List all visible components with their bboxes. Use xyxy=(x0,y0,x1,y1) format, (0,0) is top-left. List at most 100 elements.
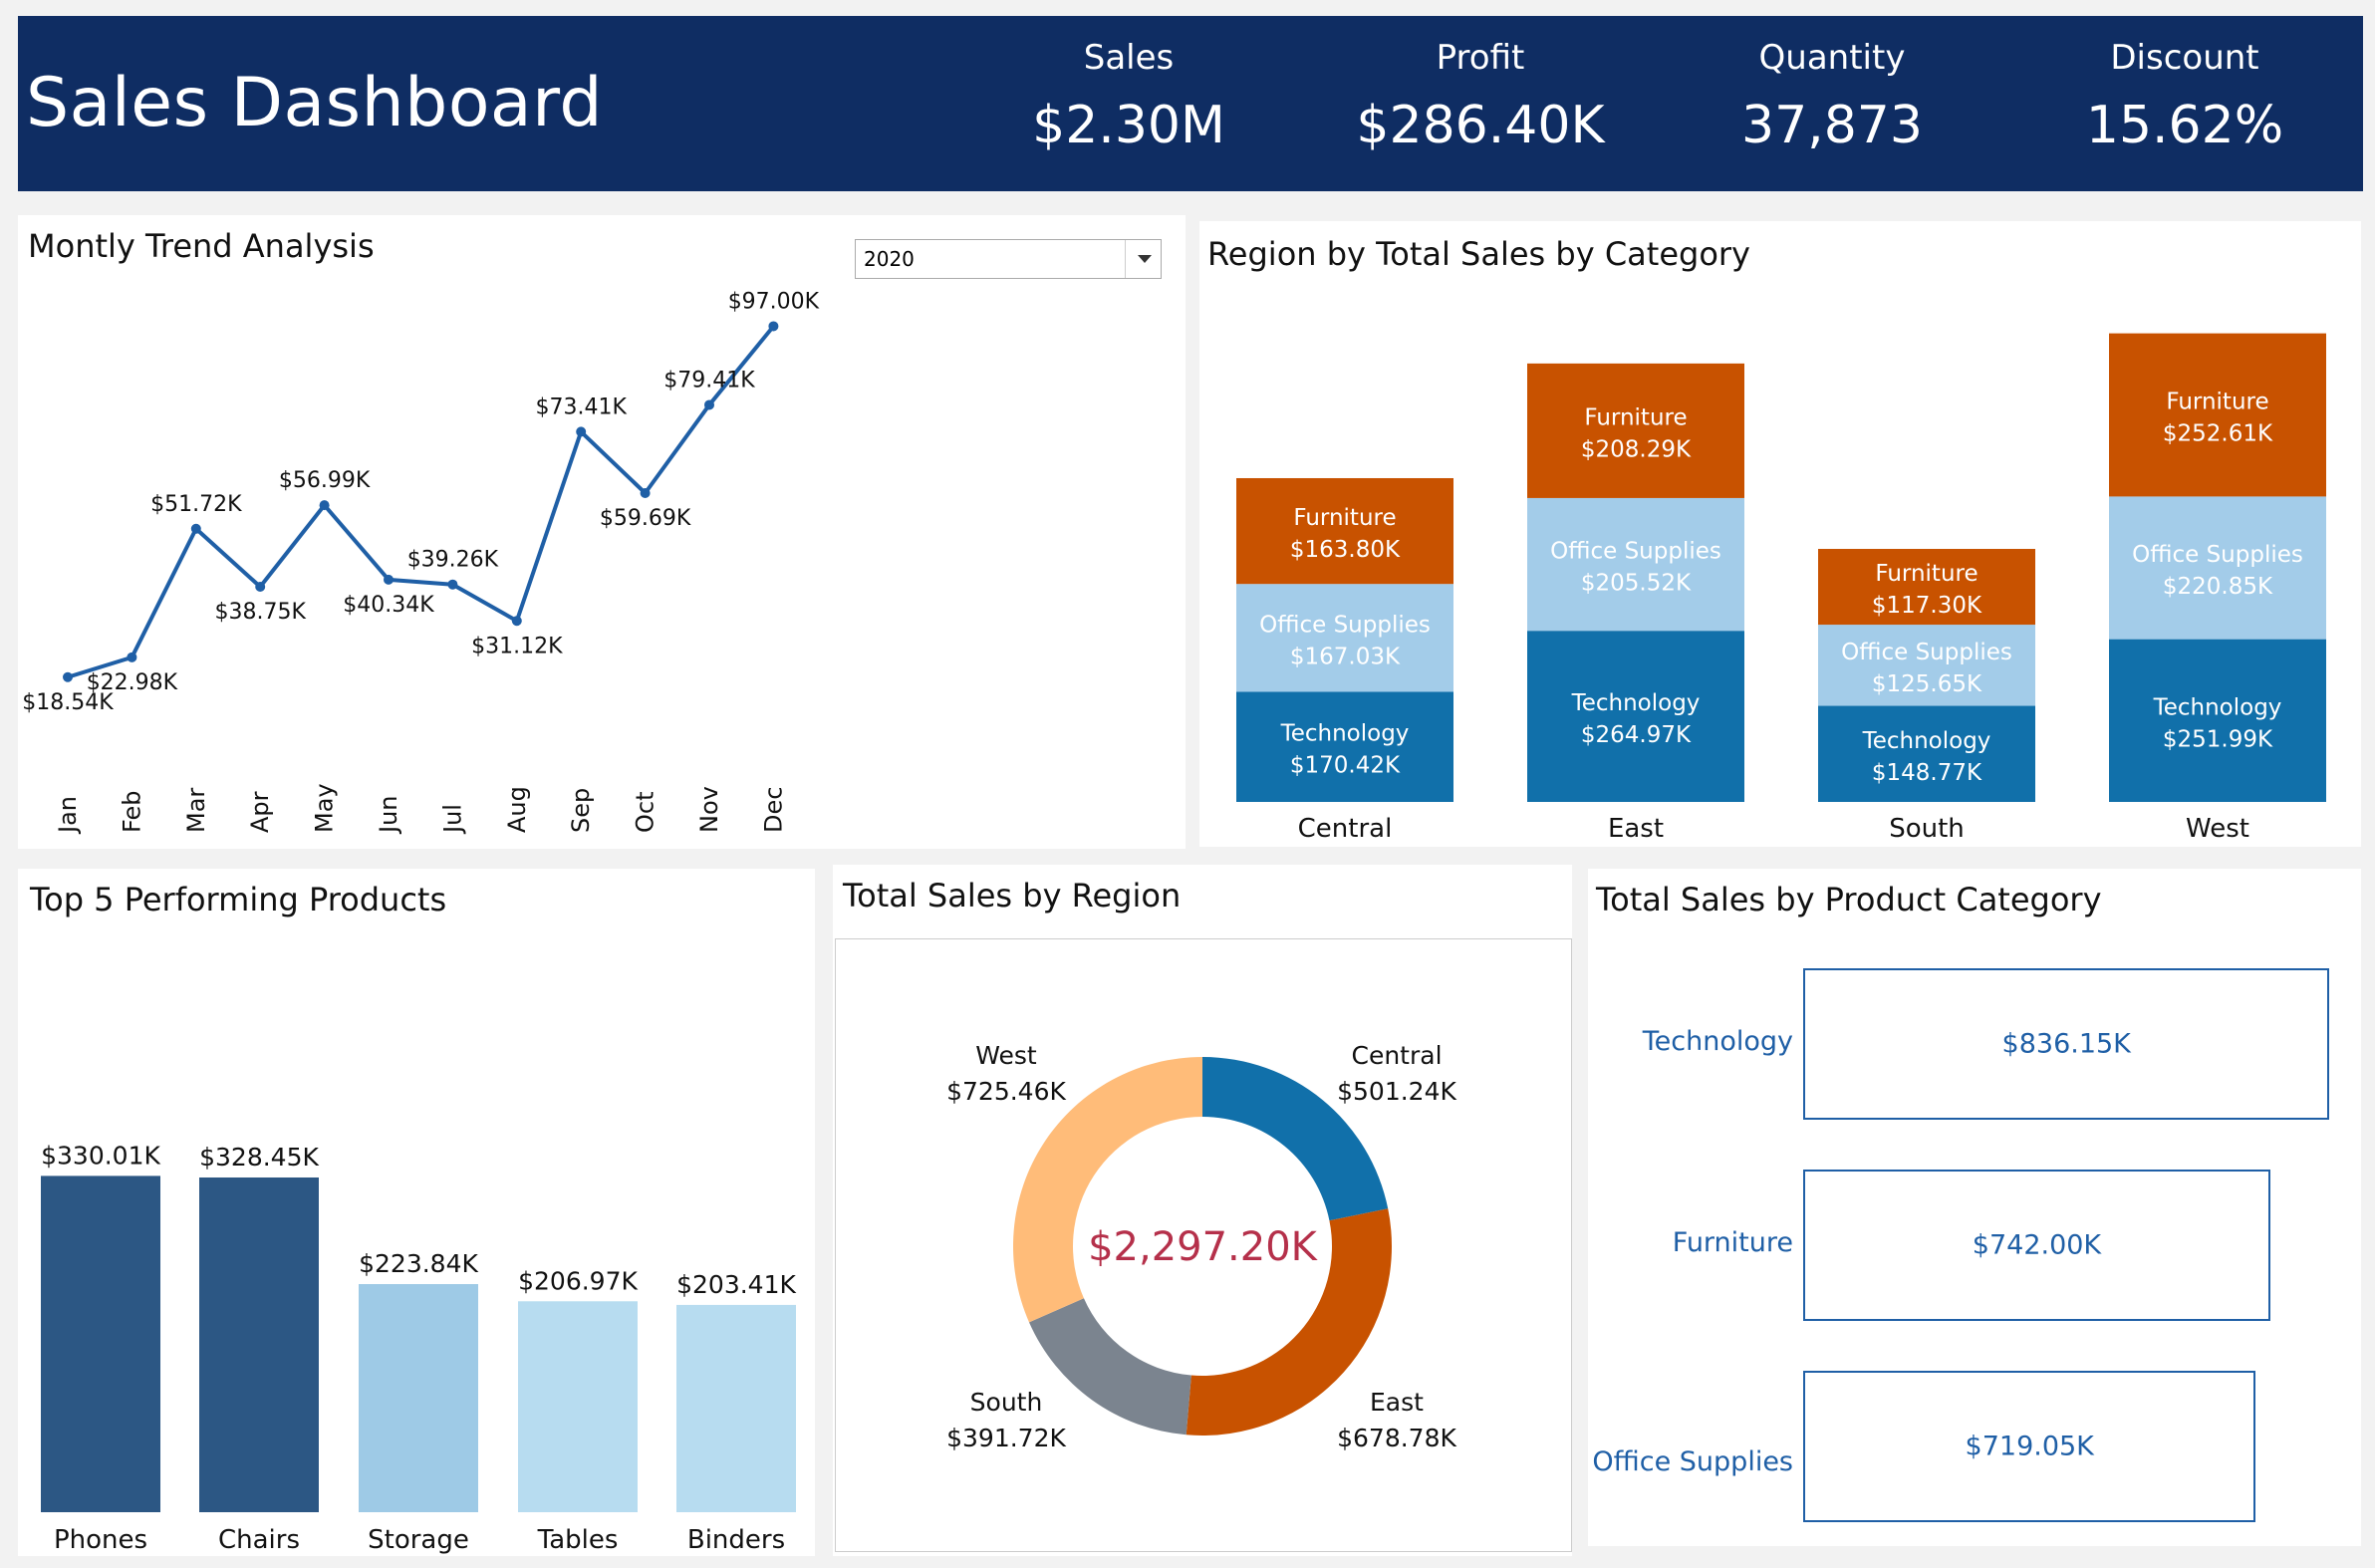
stacked-segment-value: $251.99K xyxy=(2163,726,2273,752)
stacked-region-label: West xyxy=(2186,814,2249,844)
stacked-segment-value: $167.03K xyxy=(1290,644,1401,669)
trend-point xyxy=(127,652,137,662)
trend-point xyxy=(768,321,779,332)
trend-point xyxy=(511,616,522,627)
trend-month-label: Jul xyxy=(438,804,466,835)
stacked-segment-value: $170.42K xyxy=(1290,753,1401,779)
region-category-chart: Technology $170.42K Office Supplies $167.03… xyxy=(1236,333,2326,844)
trend-data-label: $39.26K xyxy=(407,548,499,573)
monthly-trend-chart: $18.54KJan$22.98KFeb$51.72KMar$38.75KApr… xyxy=(22,289,820,836)
stacked-region-label: South xyxy=(1889,814,1965,844)
kpi-profit-value: $286.40K xyxy=(1356,96,1605,155)
stacked-segment-value: $163.80K xyxy=(1290,537,1401,563)
product-label: Binders xyxy=(687,1525,785,1555)
trend-month-label: Sep xyxy=(567,788,595,833)
category-label: Office Supplies xyxy=(1592,1446,1793,1477)
stacked-segment-name: Furniture xyxy=(2166,390,2268,415)
stacked-segment-value: $117.30K xyxy=(1872,593,1982,619)
kpi-sales-label: Sales xyxy=(1083,38,1175,78)
category-sales-title: Total Sales by Product Category xyxy=(1596,881,2102,918)
category-bar-value: $836.15K xyxy=(2001,1028,2131,1060)
donut-region-name: South xyxy=(970,1388,1043,1417)
stacked-segment-name: Office Supplies xyxy=(1841,640,2012,665)
trend-data-label: $73.41K xyxy=(535,394,627,419)
product-bar-value: $330.01K xyxy=(41,1141,160,1170)
kpi-quantity-value: 37,873 xyxy=(1741,96,1923,155)
product-bar-value: $206.97K xyxy=(518,1266,638,1295)
kpi-discount-label: Discount xyxy=(2110,38,2259,78)
trend-point xyxy=(190,523,201,534)
category-bar-value: $742.00K xyxy=(1972,1229,2102,1261)
donut-region-value: $725.46K xyxy=(946,1077,1066,1106)
donut-slice xyxy=(1029,1298,1191,1436)
trend-data-label: $79.41K xyxy=(663,368,755,392)
trend-month-label: Mar xyxy=(182,788,210,833)
category-bar: $836.15K xyxy=(1803,968,2330,1120)
product-bar xyxy=(518,1301,638,1512)
trend-point xyxy=(319,500,330,511)
donut-center-total: $2,297.20K xyxy=(1088,1224,1319,1270)
trend-month-label: Nov xyxy=(695,786,723,833)
product-bar xyxy=(41,1176,160,1512)
product-label: Storage xyxy=(368,1525,469,1555)
product-label: Tables xyxy=(537,1525,619,1555)
trend-point xyxy=(255,582,266,593)
trend-month-label: Jun xyxy=(375,796,402,836)
donut-region-name: West xyxy=(975,1041,1037,1070)
category-sales-panel: Total Sales by Product Category Technolo… xyxy=(1588,869,2361,1546)
trend-data-label: $97.00K xyxy=(728,289,820,314)
trend-point xyxy=(640,487,651,498)
stacked-segment-name: Office Supplies xyxy=(2132,542,2303,568)
stacked-segment-name: Technology xyxy=(2153,694,2282,720)
trend-point xyxy=(576,426,587,437)
donut-region-value: $391.72K xyxy=(946,1424,1066,1452)
product-bar-value: $223.84K xyxy=(359,1249,478,1278)
kpi-sales-value: $2.30M xyxy=(1032,96,1225,155)
top-products-panel: Top 5 Performing Products $330.01K Phones… xyxy=(18,869,815,1556)
product-bar-value: $328.45K xyxy=(199,1143,319,1172)
trend-data-label: $38.75K xyxy=(214,600,306,625)
product-bar xyxy=(359,1284,478,1512)
stacked-segment-name: Technology xyxy=(1280,721,1410,747)
kpi-profit-label: Profit xyxy=(1436,38,1525,78)
kpi-quantity: Quantity 37,873 xyxy=(1683,38,1981,155)
trend-month-label: Aug xyxy=(503,786,531,833)
stacked-segment-name: Technology xyxy=(1862,728,1991,754)
donut-region-name: Central xyxy=(1351,1041,1442,1070)
donut-region-name: East xyxy=(1370,1388,1424,1417)
stacked-segment-value: $205.52K xyxy=(1581,571,1692,597)
stacked-segment-value: $220.85K xyxy=(2163,574,2273,600)
stacked-segment-value: $125.65K xyxy=(1872,671,1982,697)
kpi-discount-value: 15.62% xyxy=(2085,96,2284,155)
product-bar xyxy=(199,1176,319,1512)
trend-month-label: Oct xyxy=(632,792,660,834)
product-label: Chairs xyxy=(218,1525,300,1555)
category-bar: $742.00K xyxy=(1803,1170,2270,1321)
product-label: Phones xyxy=(54,1525,147,1555)
stacked-region-label: East xyxy=(1608,814,1664,844)
donut-region-value: $678.78K xyxy=(1337,1424,1456,1452)
stacked-segment-name: Office Supplies xyxy=(1259,612,1431,638)
dashboard-header: Sales Dashboard Sales $2.30M Profit $286… xyxy=(18,16,2363,191)
dashboard-title: Sales Dashboard xyxy=(26,64,604,142)
stacked-segment-value: $252.61K xyxy=(2163,421,2273,447)
trend-point xyxy=(447,579,458,590)
trend-point xyxy=(384,574,394,585)
category-bar: $719.05K xyxy=(1803,1371,2256,1522)
donut-region-value: $501.24K xyxy=(1337,1077,1456,1106)
stacked-segment-name: Furniture xyxy=(1584,404,1687,430)
region-sales-donut-chart: $2,297.20K Central $501.24K East $678.78K Sou… xyxy=(946,1041,1456,1452)
trend-month-label: Apr xyxy=(246,791,274,833)
trend-point xyxy=(63,671,73,682)
trend-month-label: May xyxy=(311,783,339,833)
category-label: Technology xyxy=(1642,1026,1793,1057)
kpi-quantity-label: Quantity xyxy=(1758,38,1906,78)
kpi-profit: Profit $286.40K xyxy=(1331,38,1630,155)
kpi-discount: Discount 15.62% xyxy=(2035,38,2334,155)
trend-data-label: $51.72K xyxy=(150,492,242,517)
stacked-segment-name: Furniture xyxy=(1293,505,1396,531)
product-bar-value: $203.41K xyxy=(676,1270,796,1299)
trend-month-label: Dec xyxy=(759,787,787,833)
stacked-segment-name: Technology xyxy=(1571,690,1701,716)
stacked-segment-name: Furniture xyxy=(1875,561,1978,587)
